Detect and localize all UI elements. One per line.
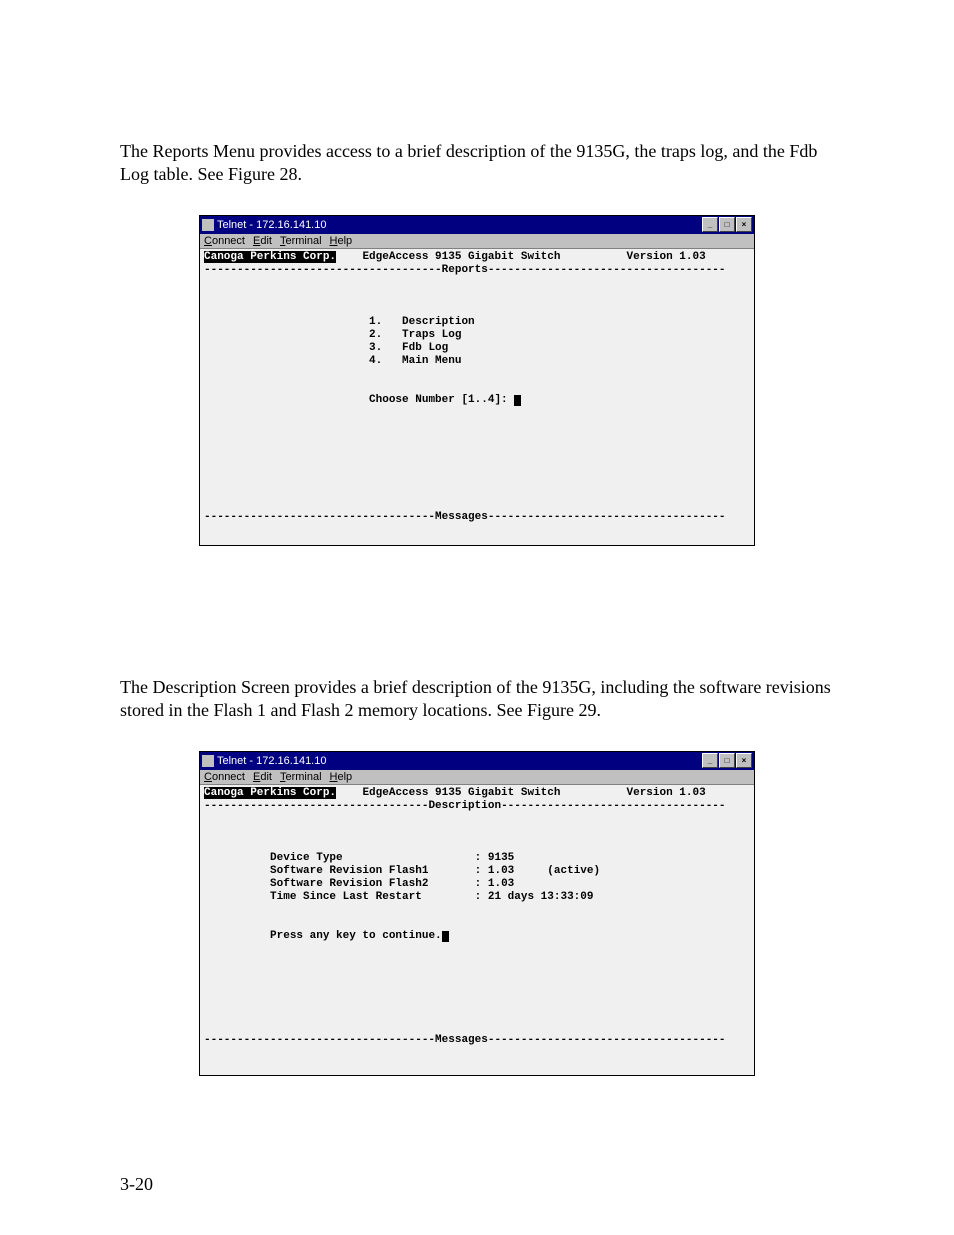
header-company: Canoga Perkins Corp. [204, 251, 336, 263]
header-version: Version 1.03 [627, 251, 706, 263]
menubar: Connect Edit Terminal Help [200, 234, 754, 249]
continue-prompt: Press any key to continue. [270, 930, 442, 942]
menubar: Connect Edit Terminal Help [200, 770, 754, 785]
choose-prompt: Choose Number [1..4]: [369, 394, 514, 406]
minimize-button[interactable]: _ [702, 217, 718, 232]
paragraph-2: The Description Screen provides a brief … [120, 676, 834, 723]
maximize-button[interactable]: □ [719, 753, 735, 768]
menu-connect[interactable]: Connect [204, 235, 245, 247]
titlebar: Telnet - 172.16.141.10 _ □ × [200, 216, 754, 234]
menu-item-2[interactable]: 2. Traps Log [369, 329, 461, 341]
menu-terminal[interactable]: Terminal [280, 771, 322, 783]
header-version: Version 1.03 [627, 787, 706, 799]
field-flash1: Software Revision Flash1 : 1.03 (active) [270, 865, 600, 877]
window-title: Telnet - 172.16.141.10 [217, 755, 326, 767]
header-product: EdgeAccess 9135 Gigabit Switch [362, 787, 560, 799]
menu-help[interactable]: Help [330, 771, 353, 783]
menu-item-3[interactable]: 3. Fdb Log [369, 342, 448, 354]
section-title: Description [428, 800, 501, 812]
field-restart: Time Since Last Restart : 21 days 13:33:… [270, 891, 593, 903]
document-page: The Reports Menu provides access to a br… [0, 0, 954, 1235]
terminal-content-description: Canoga Perkins Corp. EdgeAccess 9135 Gig… [200, 785, 754, 1075]
cursor-icon [514, 395, 521, 406]
minimize-button[interactable]: _ [702, 753, 718, 768]
messages-title: Messages [435, 1034, 488, 1046]
telnet-window-reports: Telnet - 172.16.141.10 _ □ × Connect Edi… [199, 215, 755, 546]
menu-terminal[interactable]: Terminal [280, 235, 322, 247]
menu-item-4[interactable]: 4. Main Menu [369, 355, 461, 367]
page-number: 3-20 [120, 1174, 153, 1195]
menu-connect[interactable]: Connect [204, 771, 245, 783]
field-device-type: Device Type : 9135 [270, 852, 514, 864]
cursor-icon [442, 931, 449, 942]
window-title: Telnet - 172.16.141.10 [217, 219, 326, 231]
menu-edit[interactable]: Edit [253, 235, 272, 247]
maximize-button[interactable]: □ [719, 217, 735, 232]
window-controls: _ □ × [702, 217, 752, 232]
menu-help[interactable]: Help [330, 235, 353, 247]
menu-edit[interactable]: Edit [253, 771, 272, 783]
header-company: Canoga Perkins Corp. [204, 787, 336, 799]
terminal-content-reports: Canoga Perkins Corp. EdgeAccess 9135 Gig… [200, 249, 754, 545]
close-button[interactable]: × [736, 753, 752, 768]
paragraph-1: The Reports Menu provides access to a br… [120, 140, 834, 187]
close-button[interactable]: × [736, 217, 752, 232]
titlebar: Telnet - 172.16.141.10 _ □ × [200, 752, 754, 770]
menu-item-1[interactable]: 1. Description [369, 316, 475, 328]
app-icon [202, 755, 214, 767]
field-flash2: Software Revision Flash2 : 1.03 [270, 878, 514, 890]
app-icon [202, 219, 214, 231]
section-title: Reports [442, 264, 488, 276]
header-product: EdgeAccess 9135 Gigabit Switch [362, 251, 560, 263]
telnet-window-description: Telnet - 172.16.141.10 _ □ × Connect Edi… [199, 751, 755, 1076]
messages-title: Messages [435, 511, 488, 523]
window-controls: _ □ × [702, 753, 752, 768]
